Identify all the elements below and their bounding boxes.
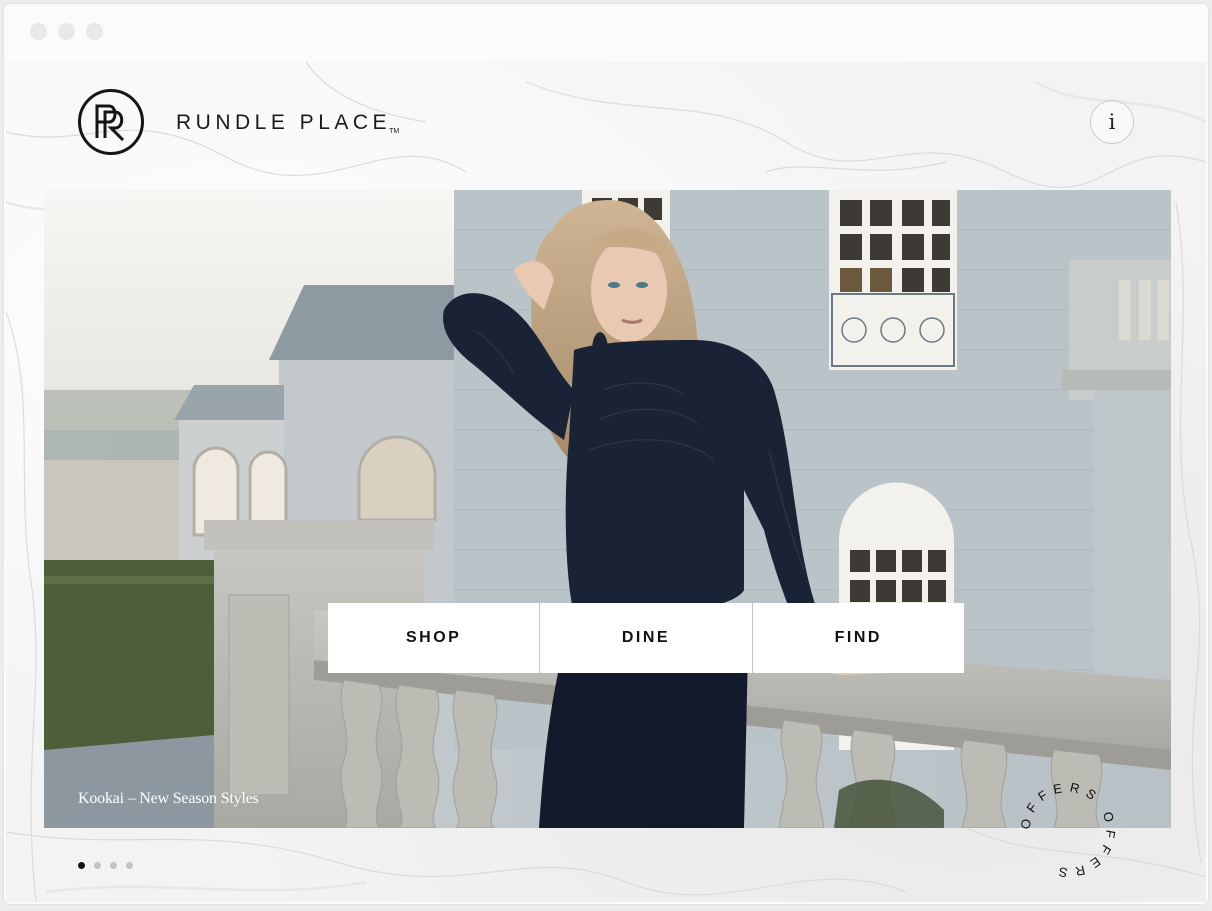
minimize-window-button[interactable]: [58, 23, 75, 40]
nav-find[interactable]: FIND: [751, 603, 964, 673]
hero-slide[interactable]: SHOP DINE FIND: [44, 190, 1171, 828]
brand-name[interactable]: RUNDLE PLACETM: [176, 111, 399, 135]
slide-dot-1[interactable]: [78, 862, 85, 869]
slide-dot-3[interactable]: [110, 862, 117, 869]
maximize-window-button[interactable]: [86, 23, 103, 40]
browser-window: RUNDLE PLACETM i SHOP DINE FIND Kookai –…: [4, 4, 1208, 904]
nav-dine[interactable]: DINE: [539, 603, 751, 673]
window-titlebar: [4, 4, 1208, 62]
offers-badge[interactable]: OFFERS OFFERS: [1016, 778, 1120, 882]
marble-background: RUNDLE PLACETM i SHOP DINE FIND Kookai –…: [6, 62, 1206, 902]
rp-monogram-icon[interactable]: [78, 89, 144, 155]
brand-name-text: RUNDLE PLACE: [176, 111, 392, 134]
hero-caption[interactable]: Kookai – New Season Styles: [78, 790, 259, 808]
nav-shop[interactable]: SHOP: [328, 603, 539, 673]
offers-badge-textpath: OFFERS OFFERS: [1017, 779, 1112, 880]
trademark-mark: TM: [389, 128, 400, 135]
offers-badge-text: OFFERS OFFERS: [1017, 779, 1118, 880]
main-nav: SHOP DINE FIND: [328, 603, 964, 673]
slide-dot-2[interactable]: [94, 862, 101, 869]
slide-pagination: [78, 862, 133, 869]
close-window-button[interactable]: [30, 23, 47, 40]
slide-dot-4[interactable]: [126, 862, 133, 869]
hero-photo: [44, 190, 1171, 828]
info-button[interactable]: i: [1090, 100, 1134, 144]
info-icon: i: [1108, 110, 1116, 134]
